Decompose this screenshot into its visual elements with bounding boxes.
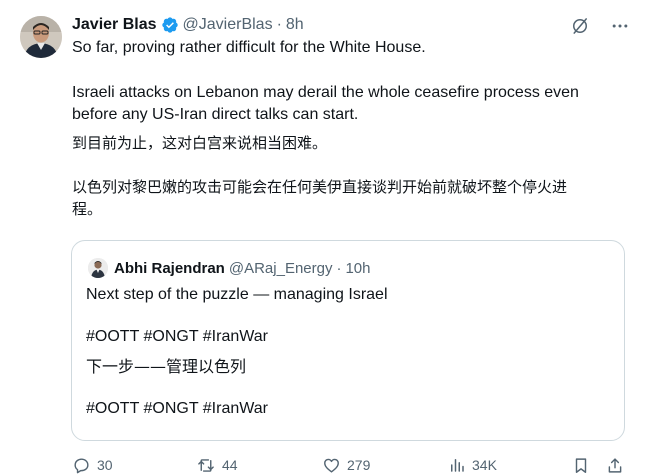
quoted-tweet-card[interactable]: Abhi Rajendran @ARaj_Energy · 10h Next s… (71, 240, 625, 441)
quoted-tweet-header: Abhi Rajendran @ARaj_Energy · 10h (88, 257, 371, 279)
header-actions (570, 14, 630, 38)
tweet-text-line: 以色列对黎巴嫩的攻击可能会在任何美伊直接谈判开始前就破坏整个停火进 (72, 178, 568, 196)
bookmark-button[interactable] (572, 454, 590, 476)
repost-count: 44 (222, 457, 238, 473)
quoted-tweet-text-line: 下一步——管理以色列 (86, 357, 247, 376)
quoted-author-handle[interactable]: @ARaj_Energy (229, 260, 333, 277)
analytics-icon (448, 456, 466, 474)
bookmark-icon (572, 456, 590, 475)
tweet-text-line: 程。 (72, 200, 103, 218)
tweet-text-line: Israeli attacks on Lebanon may derail th… (72, 84, 579, 101)
tweet-time[interactable]: 8h (286, 16, 304, 34)
grok-icon[interactable] (570, 16, 590, 36)
tweet-text-line: before any US-Iran direct talks can star… (72, 106, 359, 123)
author-name[interactable]: Javier Blas (72, 16, 157, 34)
tweet-action-bar: 30 44 279 34K (72, 454, 632, 476)
repost-icon (196, 456, 216, 475)
tweet-text-line: So far, proving rather difficult for the… (72, 39, 426, 56)
share-button[interactable] (606, 454, 624, 476)
like-count: 279 (347, 457, 371, 473)
more-options-icon[interactable] (610, 16, 630, 36)
author-avatar-image (20, 16, 62, 58)
author-avatar[interactable] (20, 16, 62, 58)
share-icon (606, 456, 624, 475)
header-separator: · (276, 16, 282, 33)
like-button[interactable]: 279 (322, 454, 370, 476)
heart-icon (322, 456, 341, 475)
quoted-header-separator: · (336, 259, 342, 277)
repost-button[interactable]: 44 (196, 454, 238, 476)
quoted-avatar-image (88, 258, 108, 278)
quoted-tweet-hashtags[interactable]: #OOTT #ONGT #IranWar (86, 326, 268, 348)
reply-icon (72, 456, 91, 475)
reply-count: 30 (97, 457, 113, 473)
quoted-author-avatar[interactable] (88, 258, 108, 278)
quoted-tweet-time[interactable]: 10h (345, 260, 370, 277)
views-button[interactable]: 34K (448, 454, 497, 476)
views-count: 34K (472, 457, 497, 473)
verified-badge-icon (161, 16, 179, 34)
quoted-author-name[interactable]: Abhi Rajendran (114, 260, 225, 277)
author-handle[interactable]: @JavierBlas (183, 16, 273, 34)
quoted-tweet-text-line: Next step of the puzzle — managing Israe… (86, 286, 388, 303)
quoted-tweet-hashtags[interactable]: #OOTT #ONGT #IranWar (86, 398, 268, 420)
tweet-text-line: 到目前为止，这对白宫来说相当困难。 (72, 134, 328, 152)
tweet-header: Javier Blas @JavierBlas · 8h (72, 14, 630, 36)
reply-button[interactable]: 30 (72, 454, 113, 476)
